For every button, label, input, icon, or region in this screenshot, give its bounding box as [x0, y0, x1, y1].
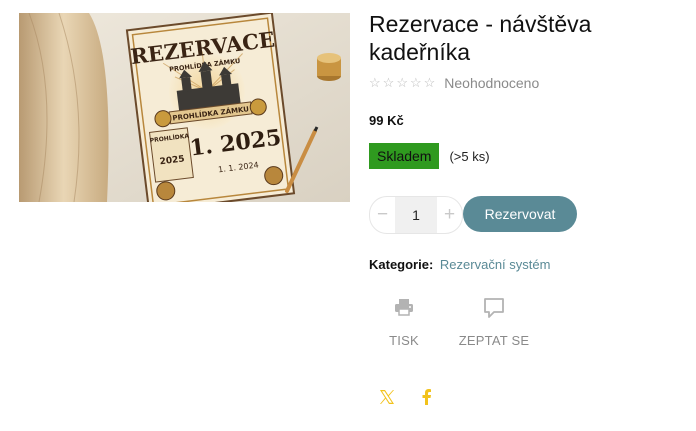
star-empty-icon: ☆ [369, 75, 381, 90]
ask-question-label: ZEPTAT SE [458, 333, 530, 348]
stock-row: Skladem (>5 ks) [369, 143, 490, 169]
quantity-decrease-button[interactable]: − [370, 197, 395, 233]
rating-stars: ☆ ☆ ☆ ☆ ☆ [369, 76, 435, 90]
stock-count: (>5 ks) [449, 148, 490, 164]
rating: ☆ ☆ ☆ ☆ ☆ Neohodnoceno [369, 75, 539, 91]
share-x-button[interactable] [378, 388, 396, 406]
product-title: Rezervace - návštěva kadeřníka [369, 11, 592, 65]
x-icon [380, 390, 394, 404]
quantity-increase-button[interactable]: + [437, 197, 462, 233]
star-empty-icon: ☆ [396, 75, 408, 90]
facebook-icon [422, 389, 431, 405]
ask-question-button[interactable]: ZEPTAT SE [444, 297, 544, 348]
share-facebook-button[interactable] [418, 388, 436, 406]
category-link[interactable]: Rezervační systém [440, 257, 551, 272]
rating-label: Neohodnoceno [444, 75, 540, 91]
print-button[interactable]: TISK [354, 297, 454, 348]
printer-icon [395, 299, 413, 316]
print-label: TISK [389, 333, 419, 348]
reservation-poster-illustration: REZERVACE PROHLÍDKA ZÁMKU PROHLÍDKA ZÁMK… [19, 13, 350, 202]
star-empty-icon: ☆ [382, 75, 395, 90]
category-label: Kategorie: [369, 257, 434, 272]
product-price: 99 Kč [369, 113, 404, 128]
product-category: Kategorie: Rezervační systém [369, 257, 550, 272]
star-empty-icon: ☆ [409, 75, 422, 90]
star-empty-icon: ☆ [423, 75, 436, 90]
product-image[interactable]: REZERVACE PROHLÍDKA ZÁMKU PROHLÍDKA ZÁMK… [19, 13, 350, 202]
stock-badge: Skladem [369, 143, 440, 169]
speech-bubble-icon [484, 298, 504, 318]
quantity-stepper: − + [369, 196, 463, 234]
quantity-input[interactable] [395, 197, 437, 233]
reserve-button[interactable]: Rezervovat [463, 196, 577, 232]
